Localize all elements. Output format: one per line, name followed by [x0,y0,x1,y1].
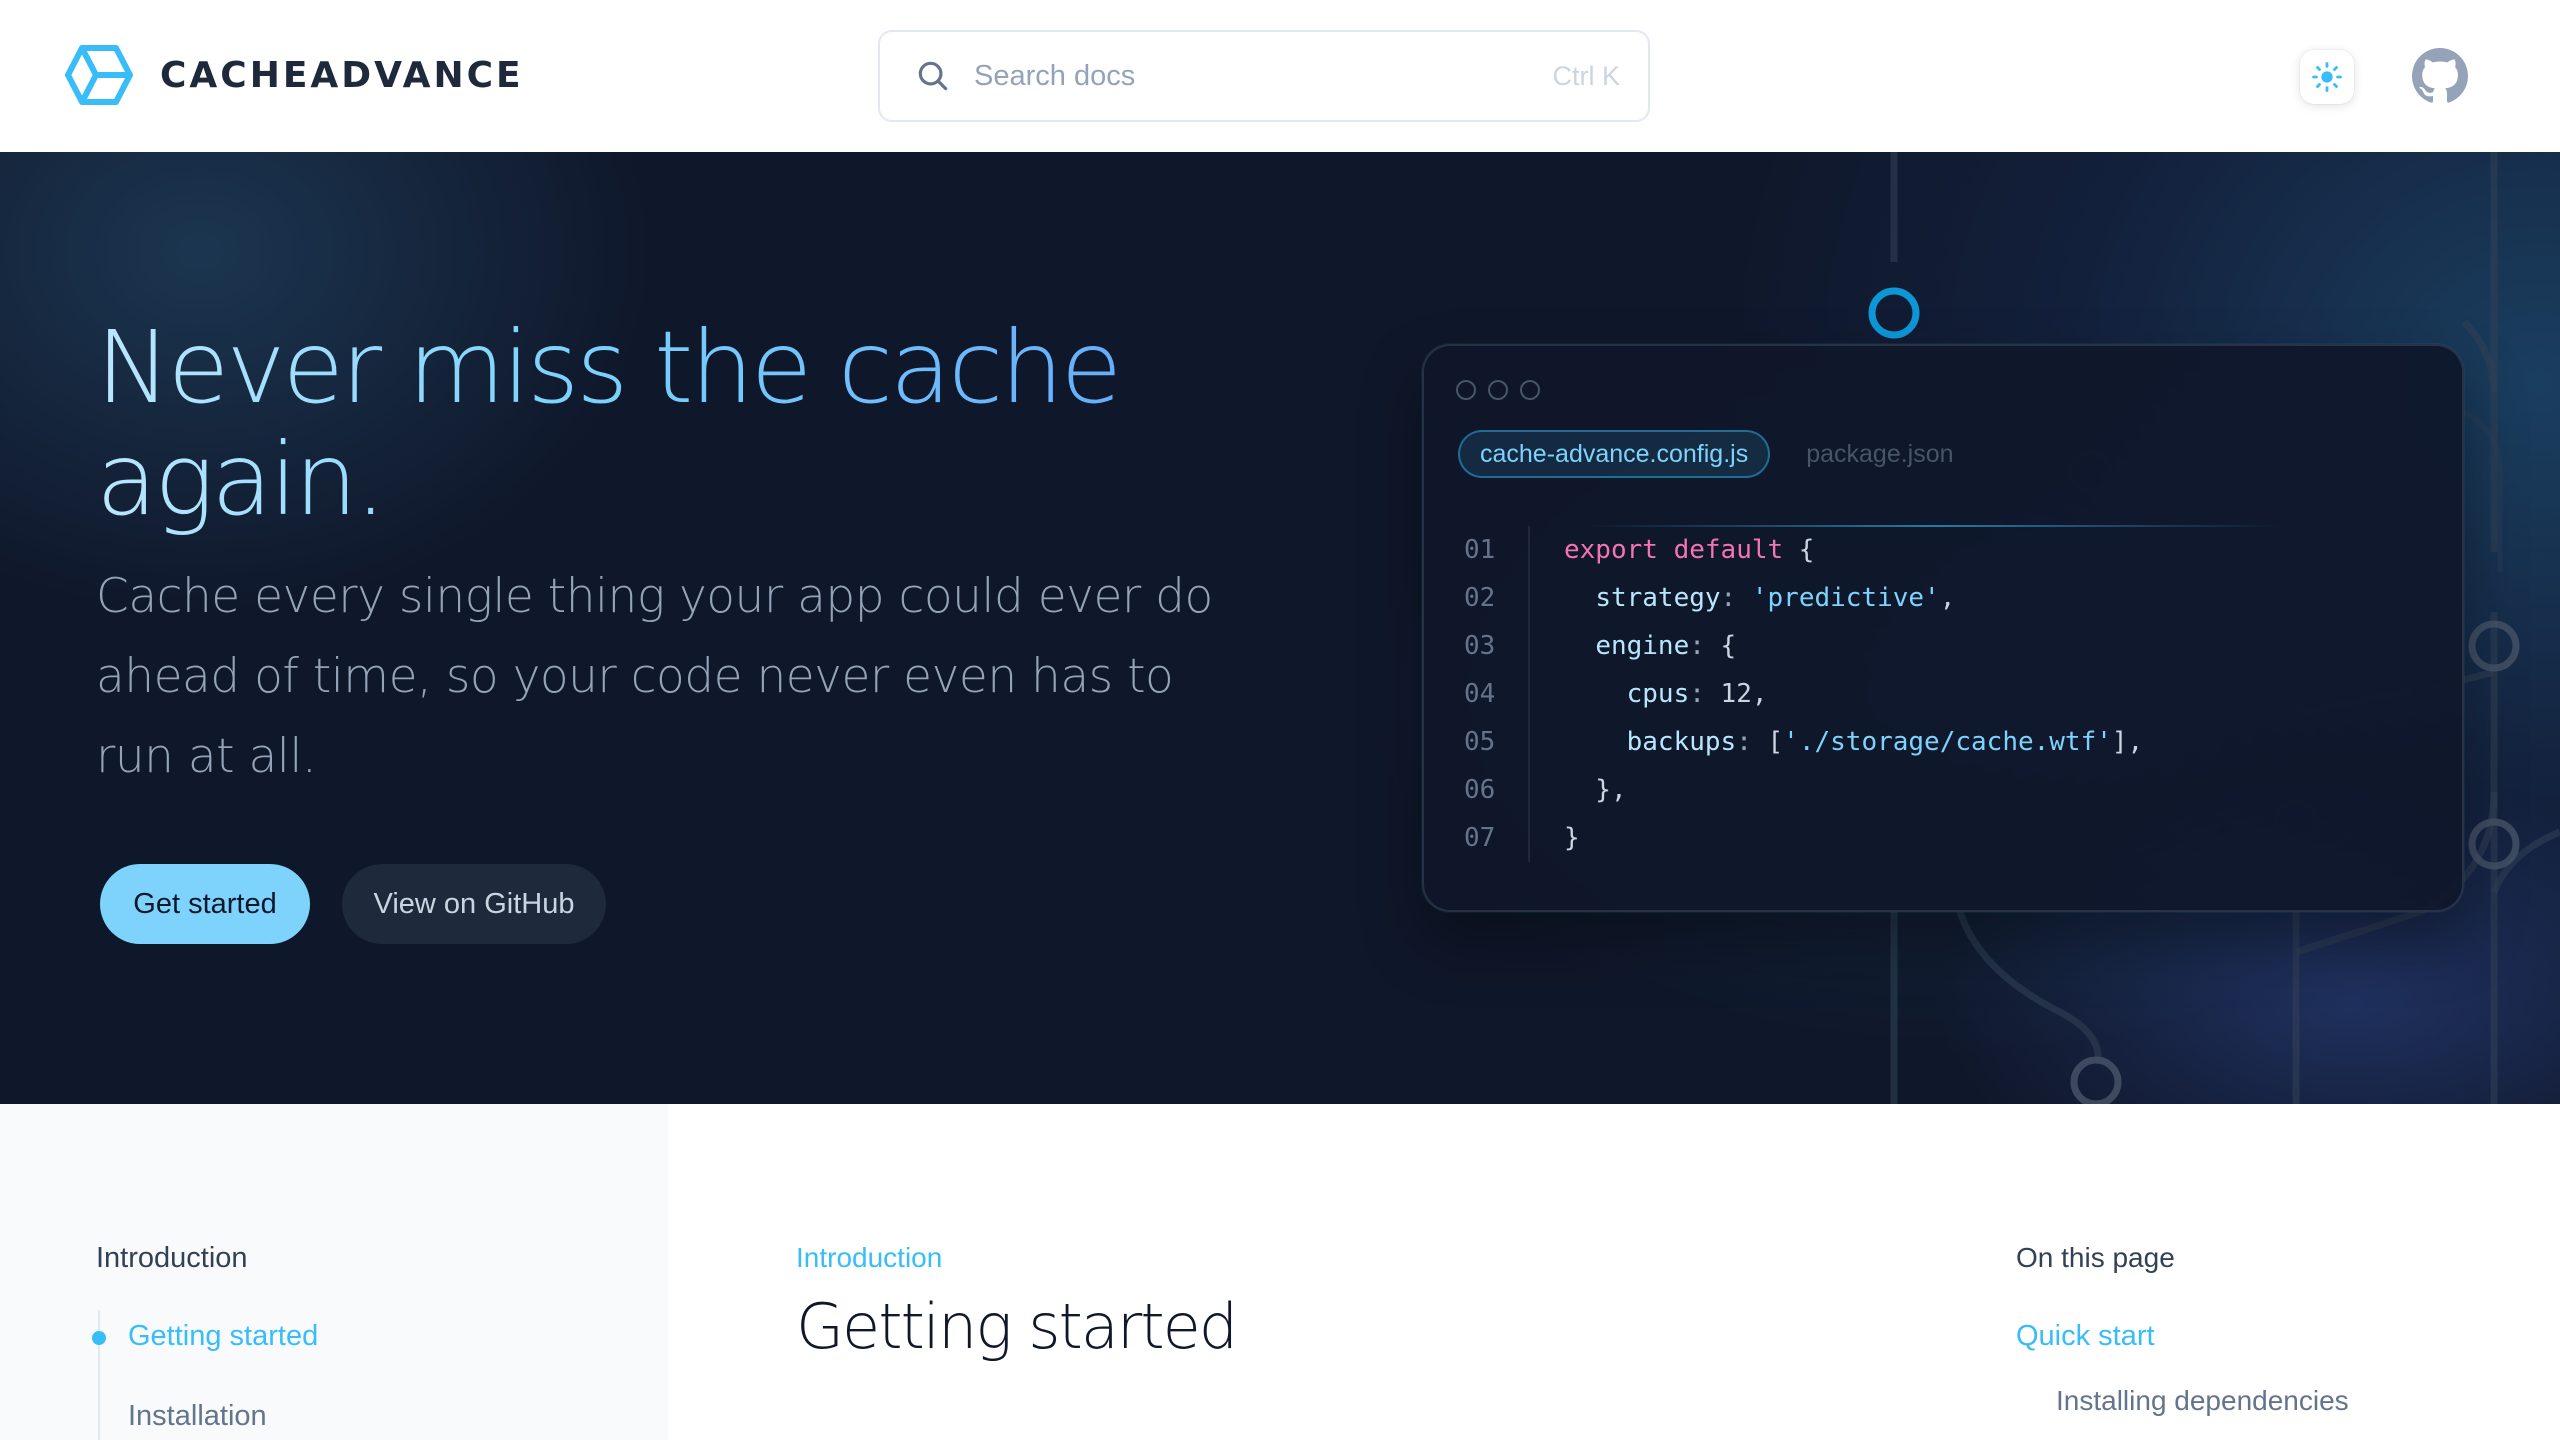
gutter-divider [1528,526,1530,862]
code-line: engine: { [1595,631,1737,661]
code-window-highlight [1584,525,2284,527]
tab-cache-advance-config[interactable]: cache-advance.config.js [1458,430,1771,478]
code-line: cpus: 12, [1626,679,1768,709]
code-line: } [1564,823,1580,853]
top-header: CACHEADVANCE Search docs Ctrl K [0,0,2560,152]
code-tabs: cache-advance.config.js package.json [1458,430,1954,478]
nav-active-dot-icon [92,1331,106,1345]
code-line: strategy: 'predictive', [1595,583,1956,613]
sidebar-item-installation[interactable]: Installation [128,1400,267,1433]
line-number: 05 [1464,727,1496,757]
view-on-github-button[interactable]: View on GitHub [342,864,606,944]
theme-toggle-button[interactable] [2300,50,2354,104]
github-icon [2412,48,2468,103]
toc-item-installing-dependencies[interactable]: Installing dependencies [2056,1385,2349,1417]
toc-heading: On this page [2016,1242,2175,1273]
breadcrumb[interactable]: Introduction [796,1242,942,1274]
hero-section: Never miss the cache again. Cache every … [0,152,2560,1104]
line-number: 07 [1464,823,1496,853]
search-placeholder: Search docs [974,59,1136,92]
get-started-button[interactable]: Get started [100,864,310,944]
search-input[interactable]: Search docs Ctrl K [878,30,1650,122]
github-link[interactable] [2412,48,2468,104]
logo[interactable]: CACHEADVANCE [64,44,524,106]
code-window: cache-advance.config.js package.json 01 … [1422,344,2464,912]
window-dot-icon [1520,380,1540,400]
nav-section-title: Introduction [96,1242,248,1274]
toc-item-quick-start[interactable]: Quick start [2016,1320,2155,1353]
line-number: 06 [1464,775,1496,805]
line-number: 01 [1464,535,1496,565]
code-lines: export default { strategy: 'predictive',… [1564,526,2143,862]
window-controls [1456,380,1540,400]
logo-text: CACHEADVANCE [160,54,524,96]
sun-icon [2312,62,2342,92]
hero-subtitle: Cache every single thing your app could … [96,569,1213,784]
line-numbers: 01 02 03 04 05 06 07 [1464,526,1524,862]
line-number: 04 [1464,679,1496,709]
code-line: export default { [1564,535,1815,565]
search-shortcut: Ctrl K [1552,60,1621,91]
page-title: Getting started [796,1290,1238,1363]
search-icon [918,61,948,91]
logo-hexagon-icon [65,45,133,105]
window-dot-icon [1456,380,1476,400]
code-line: }, [1564,775,1627,805]
code-line: backups: ['./storage/cache.wtf'], [1626,727,2144,757]
nav-rail [98,1310,100,1440]
sidebar-item-getting-started[interactable]: Getting started [128,1320,318,1353]
line-number: 02 [1464,583,1496,613]
line-number: 03 [1464,631,1496,661]
window-dot-icon [1488,380,1508,400]
hero-title: Never miss the cache again. [96,312,1246,536]
tab-package-json[interactable]: package.json [1806,440,1953,469]
